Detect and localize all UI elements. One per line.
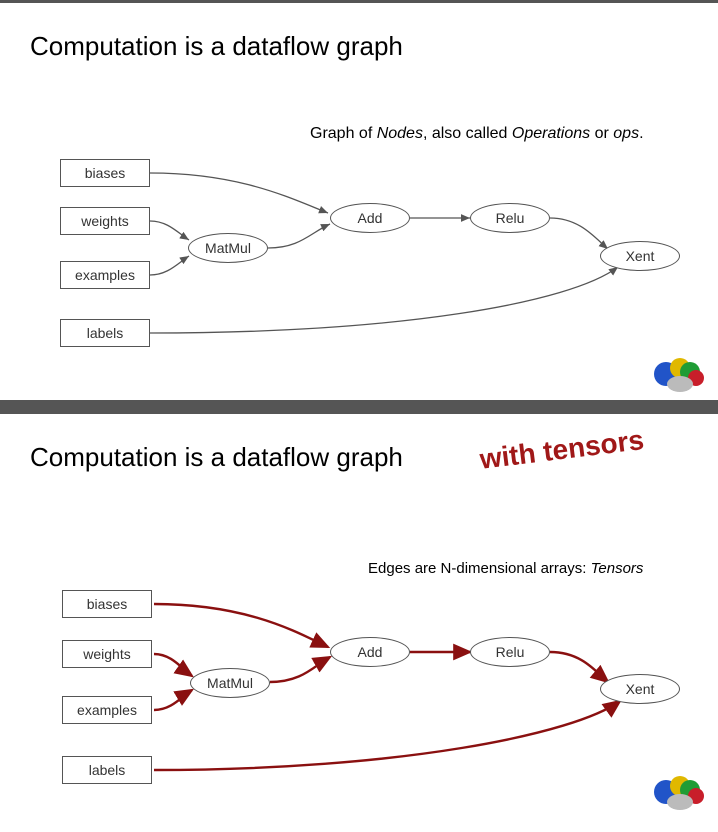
edge-examples-matmul [150,256,189,275]
edge-biases-add [154,604,328,647]
node-xent: Xent [600,674,680,704]
edge-examples-matmul [154,690,192,710]
node-weights: weights [62,640,152,668]
node-matmul: MatMul [188,233,268,263]
node-relu: Relu [470,203,550,233]
node-labels: labels [60,319,150,347]
node-examples: examples [62,696,152,724]
edge-matmul-add [268,224,330,248]
node-examples: examples [60,261,150,289]
node-add: Add [330,203,410,233]
edge-biases-add [150,173,328,213]
edge-relu-xent [550,218,608,249]
node-labels: labels [62,756,152,784]
node-matmul: MatMul [190,668,270,698]
brain-icon [652,356,704,394]
edge-labels-xent [154,701,620,770]
node-biases: biases [60,159,150,187]
node-add: Add [330,637,410,667]
edge-labels-xent [150,267,618,333]
node-biases: biases [62,590,152,618]
edge-weights-matmul [154,654,192,676]
node-relu: Relu [470,637,550,667]
slide-2: Computation is a dataflow graph with ten… [0,400,718,818]
edge-weights-matmul [150,221,189,240]
edge-matmul-add [270,657,330,682]
node-xent: Xent [600,241,680,271]
brain-icon [652,774,704,812]
edge-relu-xent [550,652,608,682]
node-weights: weights [60,207,150,235]
slide-1: Computation is a dataflow graph Graph of… [0,0,718,400]
